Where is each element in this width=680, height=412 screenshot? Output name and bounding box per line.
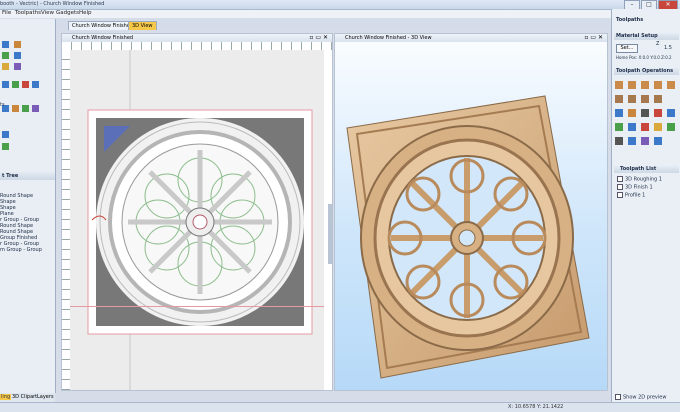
toolpaths-panel: Toolpaths Material Setup Set... Z 1.5 Ho… <box>611 9 680 402</box>
menu-bar: File Toolpaths View Gadgets Help <box>0 10 680 18</box>
document-tabs: Church Window Finished 3D View <box>56 19 609 30</box>
tree-item[interactable]: m Group - Group <box>0 247 42 253</box>
show-2d-preview-option[interactable]: Show 2D preview <box>615 394 666 401</box>
tab-modeling[interactable]: ling <box>0 394 12 400</box>
menu-help[interactable]: Help <box>79 10 92 16</box>
toolpath-item[interactable]: 3D Roughing 1 <box>617 176 662 183</box>
toolpath-checkbox[interactable] <box>617 192 623 198</box>
home-position: Home Pos: X:0.0 Y:0.0 Z:0.2 <box>616 55 672 60</box>
2d-view-title: Church Window Finished <box>72 35 134 41</box>
tab-layers[interactable]: Layers <box>36 394 55 400</box>
2d-drawing-canvas[interactable] <box>70 50 324 390</box>
cursor-coordinates: X: 10.6578 Y: 21.1422 <box>508 404 564 410</box>
window-title: booth - Vectric) - Church Window Finishe… <box>0 1 105 7</box>
2d-view-titlebar: Church Window Finished ▫ ▭ ✕ <box>62 34 332 42</box>
toolpath-checkbox[interactable] <box>617 184 623 190</box>
toolpaths-title: Toolpaths <box>616 17 644 23</box>
left-panel-tabs: ling 3D Clipart Layers <box>0 393 55 402</box>
tab-3d-clipart[interactable]: 3D Clipart <box>11 394 38 400</box>
3d-carved-rose-window <box>346 95 590 379</box>
3d-view-window[interactable]: Church Window Finished - 3D View ▫ ▭ ✕ <box>334 33 608 391</box>
tree-header: t Tree <box>0 172 55 180</box>
section-label-partial: ts <box>0 102 5 108</box>
tab-church-window[interactable]: Church Window Finished <box>68 21 138 30</box>
tab-3d-view[interactable]: 3D View <box>128 21 157 30</box>
material-setup-header[interactable]: Material Setup <box>614 33 679 40</box>
title-bar: booth - Vectric) - Church Window Finishe… <box>0 0 680 10</box>
3d-view-window-buttons[interactable]: ▫ ▭ ✕ <box>584 34 603 42</box>
z-value: 1.5 <box>664 45 672 51</box>
drawing-tools-icons[interactable] <box>2 39 52 159</box>
z-label: Z <box>656 41 660 47</box>
toolpath-list-header[interactable]: Toolpath List <box>614 166 679 173</box>
menu-toolpaths[interactable]: Toolpaths <box>15 10 41 16</box>
menu-view[interactable]: View <box>41 10 54 16</box>
toolpath-item[interactable]: Profile 1 <box>617 192 645 199</box>
drawing-panel: ts t Tree Round Shape Shape Shape Plane … <box>0 19 56 393</box>
vertical-ruler <box>62 50 70 390</box>
2d-view-window[interactable]: Church Window Finished ▫ ▭ ✕ <box>61 33 333 391</box>
3d-view-title: Church Window Finished - 3D View <box>345 35 432 41</box>
2d-view-window-buttons[interactable]: ▫ ▭ ✕ <box>309 34 328 42</box>
menu-file[interactable]: File <box>2 10 11 16</box>
toolpath-checkbox[interactable] <box>617 176 623 182</box>
material-setup-button[interactable]: Set... <box>616 44 638 53</box>
horizontal-ruler <box>62 42 332 50</box>
vertical-scrollbar[interactable] <box>328 204 332 264</box>
3d-view-titlebar: Church Window Finished - 3D View ▫ ▭ ✕ <box>335 34 607 42</box>
rose-window-vectors <box>70 50 324 390</box>
menu-gadgets[interactable]: Gadgets <box>56 10 79 16</box>
toolpath-operations-header[interactable]: Toolpath Operations <box>614 68 679 75</box>
toolpath-item[interactable]: 3D Finish 1 <box>617 184 653 191</box>
show-2d-preview-checkbox[interactable] <box>615 394 621 400</box>
toolpath-operations-icons[interactable] <box>615 79 679 159</box>
